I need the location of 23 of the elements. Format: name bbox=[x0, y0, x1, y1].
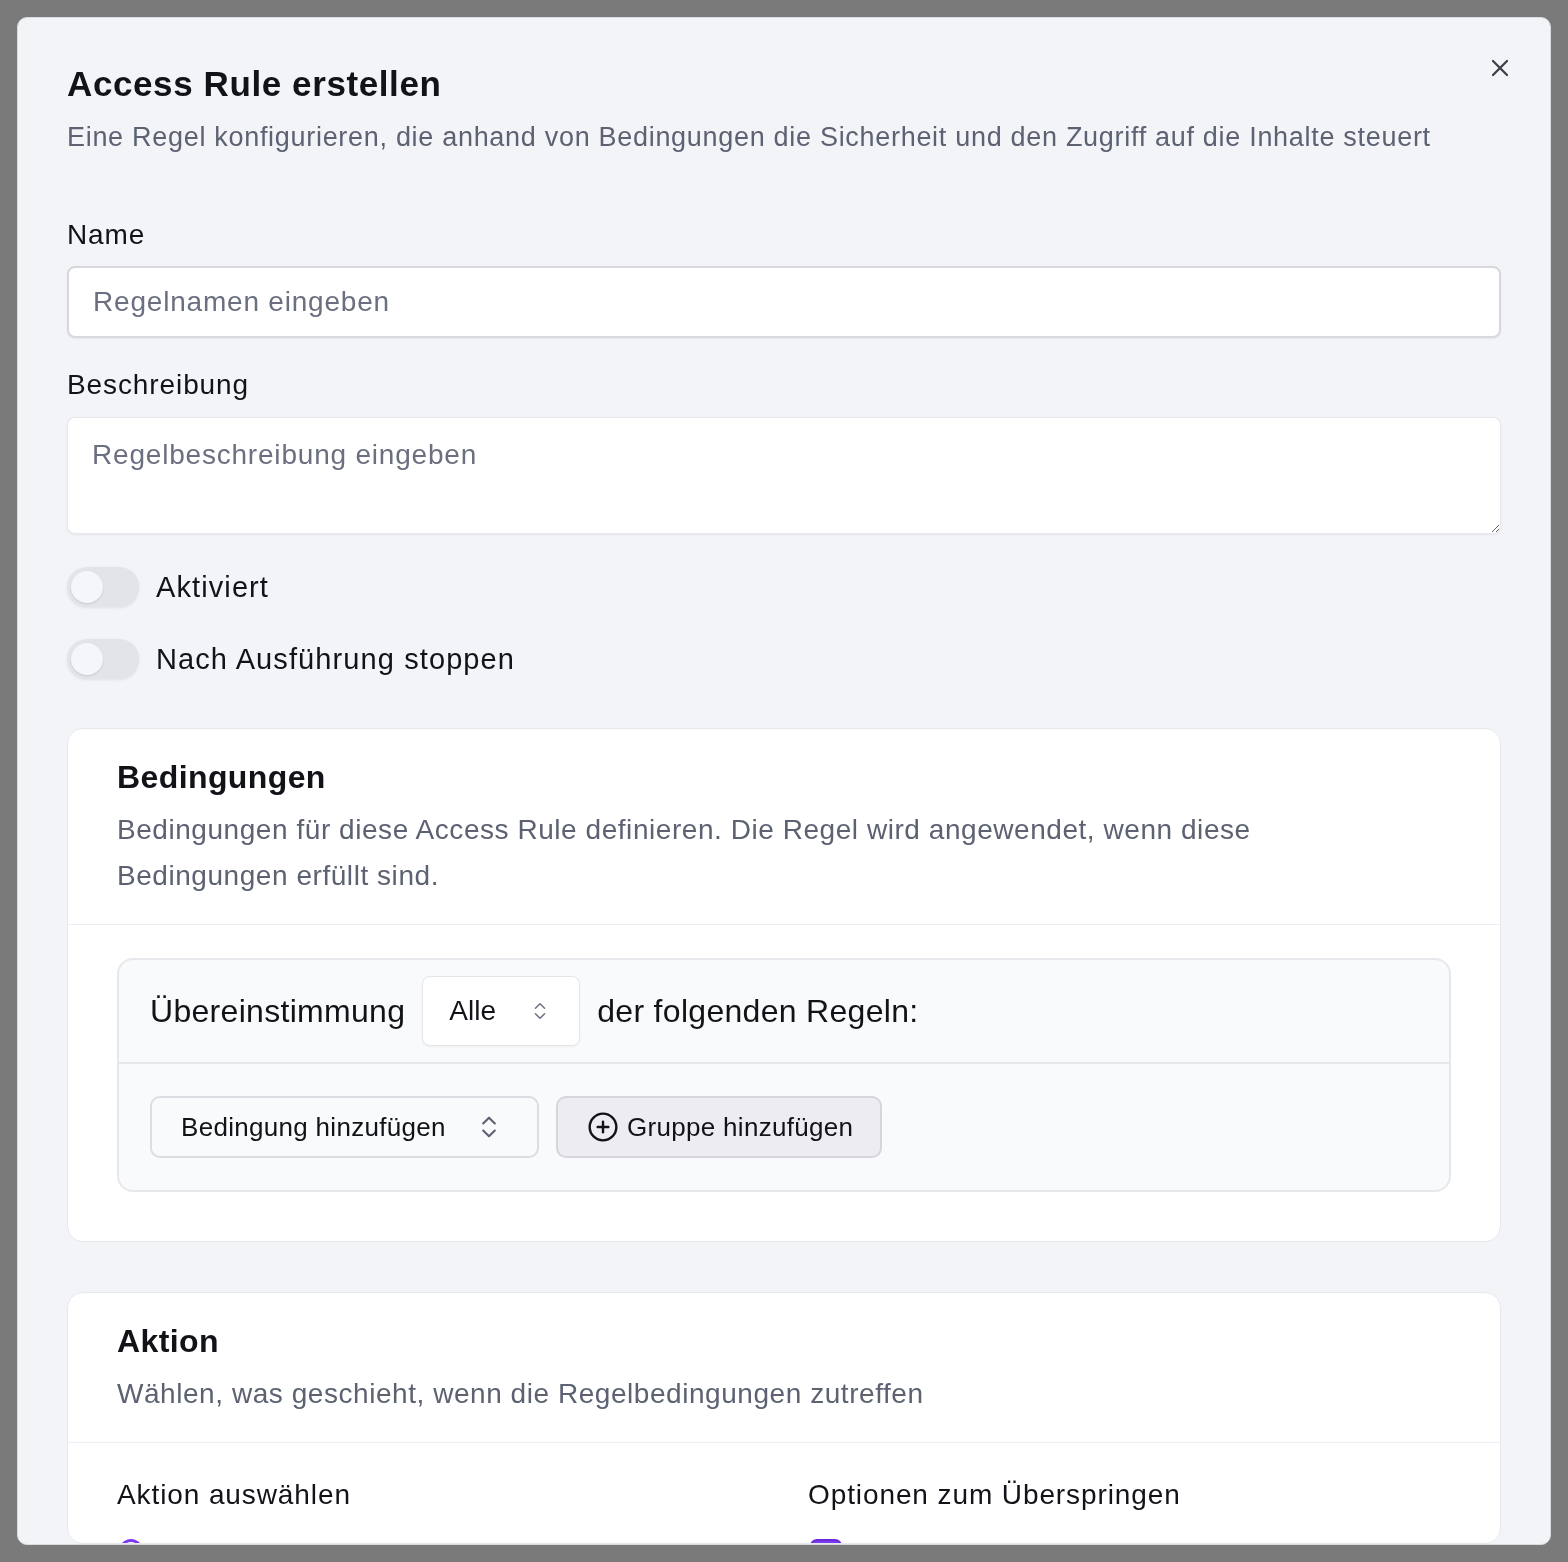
dialog-title: Access Rule erstellen bbox=[67, 63, 443, 105]
checkbox-icon[interactable] bbox=[810, 1539, 842, 1543]
card-title: Aktion bbox=[117, 1322, 220, 1361]
dialog-subtitle: Eine Regel konfigurieren, die anhand von Bedingungen die Sicherheit und den Zugriff auf die Inhalte steuert bbox=[67, 121, 1432, 154]
toggle-switch[interactable] bbox=[67, 639, 139, 679]
field-label: Name bbox=[67, 219, 147, 251]
match-label: der folgenden Regeln: bbox=[597, 992, 919, 1031]
toggle-label: Aktiviert bbox=[156, 570, 270, 604]
card-description: Bedingungen für diese Access Rule definieren. Die Regel wird angewendet, wenn diese Bedingungen erfüllt sind. bbox=[117, 813, 1252, 893]
text-input[interactable]: Regelnamen eingeben bbox=[67, 266, 1501, 338]
add-condition-select[interactable]: Bedingung hinzufügen bbox=[150, 1096, 539, 1158]
toggle-switch[interactable] bbox=[67, 567, 139, 607]
add-group-button[interactable]: Gruppe hinzufügen bbox=[556, 1096, 883, 1158]
plus-circle-icon bbox=[587, 1111, 619, 1143]
toggle-label: Nach Ausführung stoppen bbox=[156, 642, 516, 676]
card-description: Wählen, was geschieht, wenn die Regelbedingungen zutreffen bbox=[117, 1377, 925, 1411]
section-heading: Optionen zum Überspringen bbox=[808, 1478, 1182, 1512]
section-heading: Aktion auswählen bbox=[117, 1478, 352, 1512]
match-select[interactable]: Alle bbox=[422, 976, 581, 1046]
card-title: Bedingungen bbox=[117, 758, 327, 797]
textarea-field[interactable]: Regelbeschreibung eingeben bbox=[67, 416, 1501, 534]
field-label: Beschreibung bbox=[67, 368, 251, 401]
match-label: Übereinstimmung bbox=[150, 992, 406, 1031]
